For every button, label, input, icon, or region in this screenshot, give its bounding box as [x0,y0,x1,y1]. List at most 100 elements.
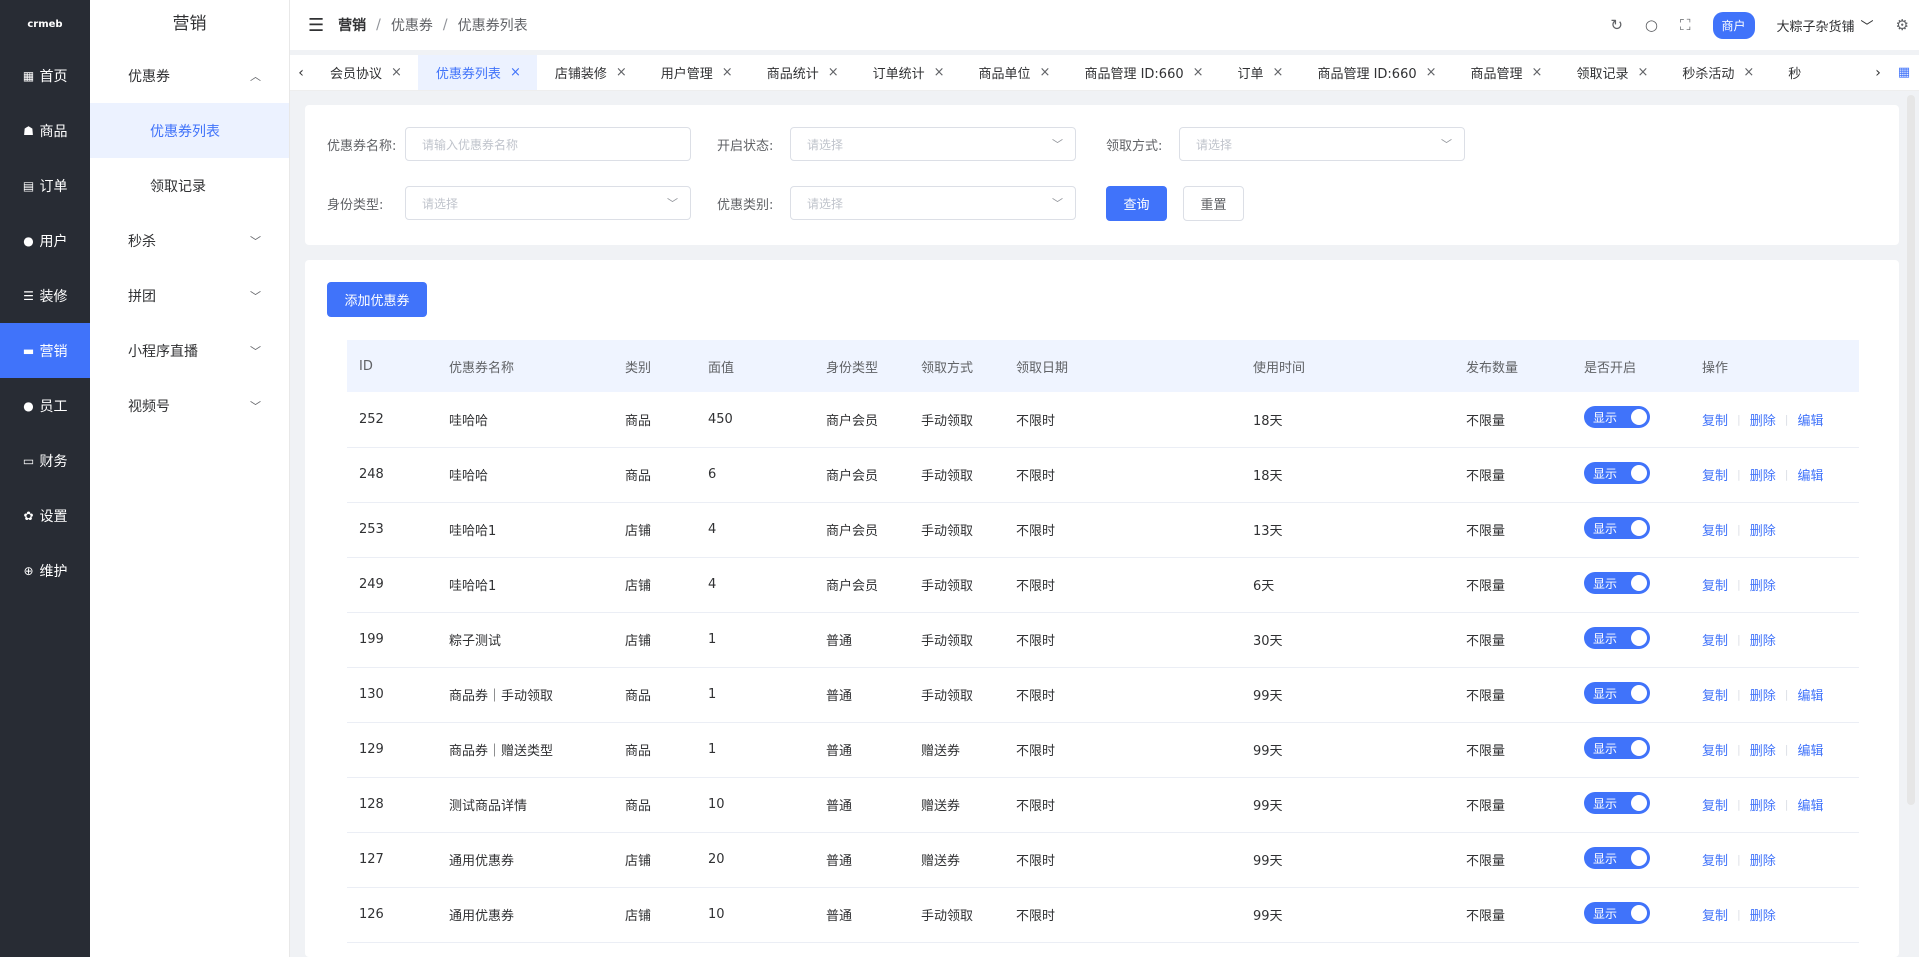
delete-link[interactable]: 删除 [1750,905,1776,924]
enabled-switch[interactable]: 显示 [1584,791,1650,814]
enabled-switch[interactable]: 显示 [1584,736,1650,759]
edit-link[interactable]: 编辑 [1797,740,1823,759]
close-icon[interactable]: × [510,65,521,80]
sub-group-seckill[interactable]: 秒杀 ﹀ [90,213,289,268]
rail-item-order[interactable]: ▤ 订单 [0,158,90,213]
refresh-icon[interactable]: ↻ [1610,16,1623,34]
close-icon[interactable]: × [1193,65,1204,80]
coupon-name-input[interactable]: 请输入优惠券名称 [405,127,691,161]
edit-link[interactable]: 编辑 [1797,410,1823,429]
delete-link[interactable]: 删除 [1750,410,1776,429]
enabled-switch[interactable]: 显示 [1584,571,1650,594]
rail-item-product[interactable]: ☗ 商品 [0,103,90,158]
close-icon[interactable]: × [722,65,733,80]
tags-menu-icon[interactable]: ▦ [1889,65,1919,80]
close-icon[interactable]: × [828,65,839,80]
vertical-scrollbar[interactable] [1907,95,1915,805]
tab-tag[interactable]: 订单统计 × [855,55,961,90]
close-icon[interactable]: × [1273,65,1284,80]
edit-link[interactable]: 编辑 [1797,465,1823,484]
rail-item-staff[interactable]: ● 员工 [0,378,90,433]
sub-group-live[interactable]: 小程序直播 ﹀ [90,323,289,378]
brand-logo[interactable]: crmeb [0,0,90,48]
rail-item-user[interactable]: ● 用户 [0,213,90,268]
rail-item-marketing[interactable]: ▬ 营销 [0,323,90,378]
edit-link[interactable]: 编辑 [1797,685,1823,704]
enabled-switch[interactable]: 显示 [1584,461,1650,484]
tags-scroll-right-icon[interactable]: › [1867,65,1889,81]
settings-gear-icon[interactable]: ⚙ [1896,16,1909,34]
delete-link[interactable]: 删除 [1750,740,1776,759]
sub-group-groupbuy[interactable]: 拼团 ﹀ [90,268,289,323]
close-icon[interactable]: × [391,65,402,80]
close-icon[interactable]: × [1637,65,1648,80]
close-icon[interactable]: × [934,65,945,80]
tab-tag[interactable]: 秒杀活动 × [1664,55,1770,90]
tags-scroll-left-icon[interactable]: ‹ [290,65,312,81]
copy-link[interactable]: 复制 [1702,795,1728,814]
close-icon[interactable]: × [1426,65,1437,80]
copy-link[interactable]: 复制 [1702,465,1728,484]
menu-toggle-icon[interactable]: ☰ [308,15,324,36]
rail-item-finance[interactable]: ▭ 财务 [0,433,90,488]
copy-link[interactable]: 复制 [1702,685,1728,704]
tab-tag[interactable]: 商品统计 × [749,55,855,90]
breadcrumb-root[interactable]: 营销 [338,15,366,35]
rail-item-maintenance[interactable]: ⊕ 维护 [0,543,90,598]
reset-button[interactable]: 重置 [1183,186,1244,221]
delete-link[interactable]: 删除 [1750,630,1776,649]
tab-tag[interactable]: 秒 [1770,55,1817,90]
fullscreen-icon[interactable]: ⛶ [1680,16,1691,34]
copy-link[interactable]: 复制 [1702,575,1728,594]
status-select[interactable]: 请选择 ﹀ [790,127,1076,161]
close-icon[interactable]: × [1040,65,1051,80]
sub-item-coupon-list[interactable]: 优惠券列表 [90,103,289,158]
enabled-switch[interactable]: 显示 [1584,846,1650,869]
delete-link[interactable]: 删除 [1750,465,1776,484]
close-icon[interactable]: × [1532,65,1543,80]
breadcrumb-mid[interactable]: 优惠券 [391,15,433,35]
rail-item-decoration[interactable]: ☰ 装修 [0,268,90,323]
tab-tag[interactable]: 用户管理 × [643,55,749,90]
tab-tag[interactable]: 领取记录 × [1558,55,1664,90]
enabled-switch[interactable]: 显示 [1584,681,1650,704]
query-button[interactable]: 查询 [1106,186,1167,221]
enabled-switch[interactable]: 显示 [1584,626,1650,649]
sub-item-receive-record[interactable]: 领取记录 [90,158,289,213]
enabled-switch[interactable]: 显示 [1584,406,1650,429]
category-select[interactable]: 请选择 ﹀ [790,186,1076,220]
tab-tag[interactable]: 商品管理 × [1453,55,1559,90]
sub-group-video[interactable]: 视频号 ﹀ [90,378,289,433]
copy-link[interactable]: 复制 [1702,850,1728,869]
tab-tag-active[interactable]: 优惠券列表 × [417,55,537,90]
edit-link[interactable]: 编辑 [1797,795,1823,814]
copy-link[interactable]: 复制 [1702,905,1728,924]
delete-link[interactable]: 删除 [1750,795,1776,814]
rail-item-settings[interactable]: ✿ 设置 [0,488,90,543]
tab-tag[interactable]: 商品管理 ID:660 × [1299,55,1452,90]
tab-tag[interactable]: 会员协议 × [312,55,418,90]
delete-link[interactable]: 删除 [1750,520,1776,539]
delete-link[interactable]: 删除 [1750,575,1776,594]
delete-link[interactable]: 删除 [1750,850,1776,869]
add-coupon-button[interactable]: 添加优惠券 [327,282,427,317]
rail-item-home[interactable]: ▦ 首页 [0,48,90,103]
search-icon[interactable]: ○ [1645,16,1658,34]
sub-group-coupon[interactable]: 优惠券 ︿ [90,48,289,103]
delete-link[interactable]: 删除 [1750,685,1776,704]
tab-tag[interactable]: 商品管理 ID:660 × [1066,55,1219,90]
copy-link[interactable]: 复制 [1702,740,1728,759]
identity-select[interactable]: 请选择 ﹀ [405,186,691,220]
enabled-switch[interactable]: 显示 [1584,516,1650,539]
copy-link[interactable]: 复制 [1702,520,1728,539]
tab-tag[interactable]: 商品单位 × [961,55,1067,90]
close-icon[interactable]: × [616,65,627,80]
close-icon[interactable]: × [1743,65,1754,80]
enabled-switch[interactable]: 显示 [1584,901,1650,924]
copy-link[interactable]: 复制 [1702,630,1728,649]
user-menu[interactable]: 大粽子杂货铺 ﹀ [1777,16,1874,35]
tab-tag[interactable]: 店铺装修 × [537,55,643,90]
method-select[interactable]: 请选择 ﹀ [1179,127,1465,161]
copy-link[interactable]: 复制 [1702,410,1728,429]
tab-tag[interactable]: 订单 × [1220,55,1300,90]
